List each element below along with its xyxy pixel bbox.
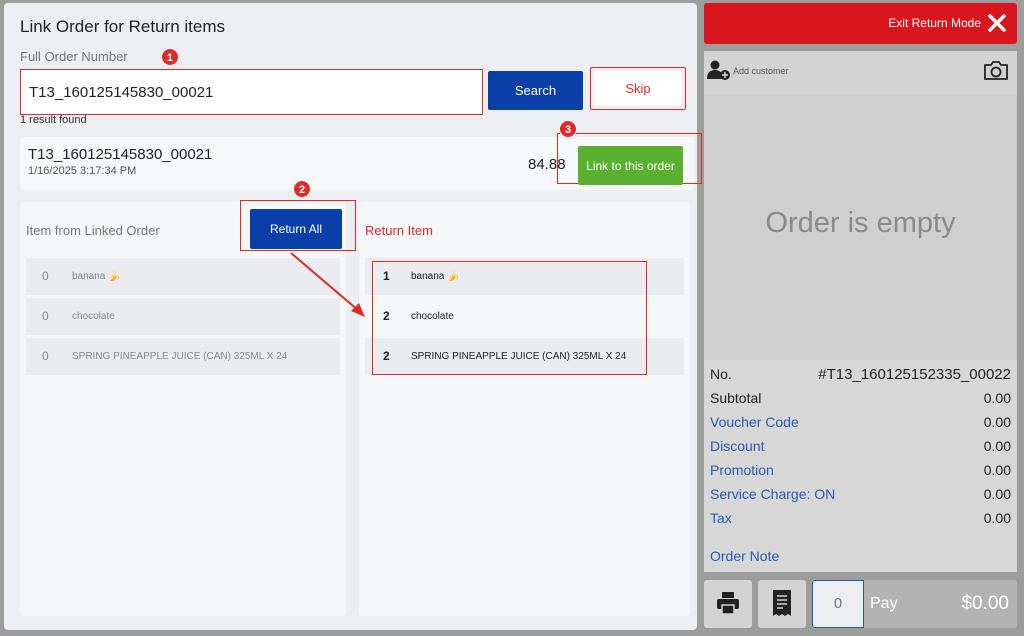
print-button[interactable] xyxy=(704,580,752,628)
summary-label: Subtotal xyxy=(710,390,762,406)
pay-label: Pay xyxy=(870,595,898,612)
step-badge-2: 2 xyxy=(293,180,311,198)
return-all-button[interactable]: Return All xyxy=(250,209,342,249)
pay-amount: $0.00 xyxy=(961,593,1009,614)
dialog-title: Link Order for Return items xyxy=(20,17,226,36)
search-button[interactable]: Search xyxy=(488,71,583,110)
summary-value: 0.00 xyxy=(983,486,1011,502)
add-customer-label[interactable]: Add customer xyxy=(733,66,789,76)
empty-order-message: Order is empty xyxy=(765,207,956,239)
summary-value: 0.00 xyxy=(983,510,1011,526)
camera-icon[interactable] xyxy=(983,59,1009,81)
summary-value: 0.00 xyxy=(983,462,1011,478)
linked-item-qty: 0 xyxy=(42,269,49,283)
link-order-dialog: Link Order for Return items Full Order N… xyxy=(4,3,702,630)
service-charge-link[interactable]: Service Charge: ON xyxy=(710,486,835,502)
receipt-button[interactable] xyxy=(758,580,806,628)
exit-return-mode-button[interactable]: Exit Return Mode xyxy=(704,3,1017,44)
linked-item-name: SPRING PINEAPPLE JUICE (CAN) 325ML X 24 xyxy=(72,351,288,362)
arrow-right-icon xyxy=(290,252,365,317)
linked-item-qty: 0 xyxy=(42,349,49,363)
cart-panel: Add customer Order is empty No. #T13_160… xyxy=(704,51,1017,572)
result-order-id: T13_160125145830_00021 xyxy=(28,146,213,163)
exit-return-mode-label: Exit Return Mode xyxy=(888,16,981,30)
voucher-code-link[interactable]: Voucher Code xyxy=(710,414,799,430)
close-icon[interactable] xyxy=(987,12,1007,34)
add-customer-icon[interactable] xyxy=(706,59,732,81)
promotion-link[interactable]: Promotion xyxy=(710,462,774,478)
receipt-icon xyxy=(773,589,791,616)
discount-link[interactable]: Discount xyxy=(710,438,764,454)
order-number-label: Full Order Number xyxy=(20,49,128,64)
summary-value: 0.00 xyxy=(983,438,1011,454)
printer-icon xyxy=(717,591,739,615)
cart-header: Add customer xyxy=(704,51,1017,95)
order-summary: No. #T13_160125152335_00022 Subtotal 0.0… xyxy=(704,360,1017,572)
summary-label: No. xyxy=(710,366,732,382)
skip-button[interactable]: Skip xyxy=(594,71,682,106)
linked-items-title: Item from Linked Order xyxy=(26,223,160,238)
pay-button[interactable]: Pay $0.00 xyxy=(864,580,1017,628)
linked-item-qty: 0 xyxy=(42,309,49,323)
step-badge-3: 3 xyxy=(559,120,577,138)
linked-item-row[interactable]: 0 SPRING PINEAPPLE JUICE (CAN) 325ML X 2… xyxy=(26,338,340,375)
return-items-highlight xyxy=(372,261,647,375)
order-note-link[interactable]: Order Note xyxy=(710,548,779,564)
step-badge-1: 1 xyxy=(161,48,179,66)
summary-value: 0.00 xyxy=(983,414,1011,430)
linked-item-name: chocolate xyxy=(72,311,115,322)
linked-item-name: banana 🍌 xyxy=(72,271,121,282)
return-items-title: Return Item xyxy=(365,223,433,238)
order-number-input[interactable] xyxy=(20,69,483,115)
summary-value: #T13_160125152335_00022 xyxy=(818,366,1011,383)
tax-link[interactable]: Tax xyxy=(710,510,732,526)
link-to-order-button[interactable]: Link to this order xyxy=(578,146,683,185)
result-count: 1 result found xyxy=(20,114,87,126)
result-order-date: 1/16/2025 3:17:34 PM xyxy=(28,165,137,177)
summary-value: 0.00 xyxy=(983,390,1011,406)
quantity-field[interactable]: 0 xyxy=(812,580,864,628)
